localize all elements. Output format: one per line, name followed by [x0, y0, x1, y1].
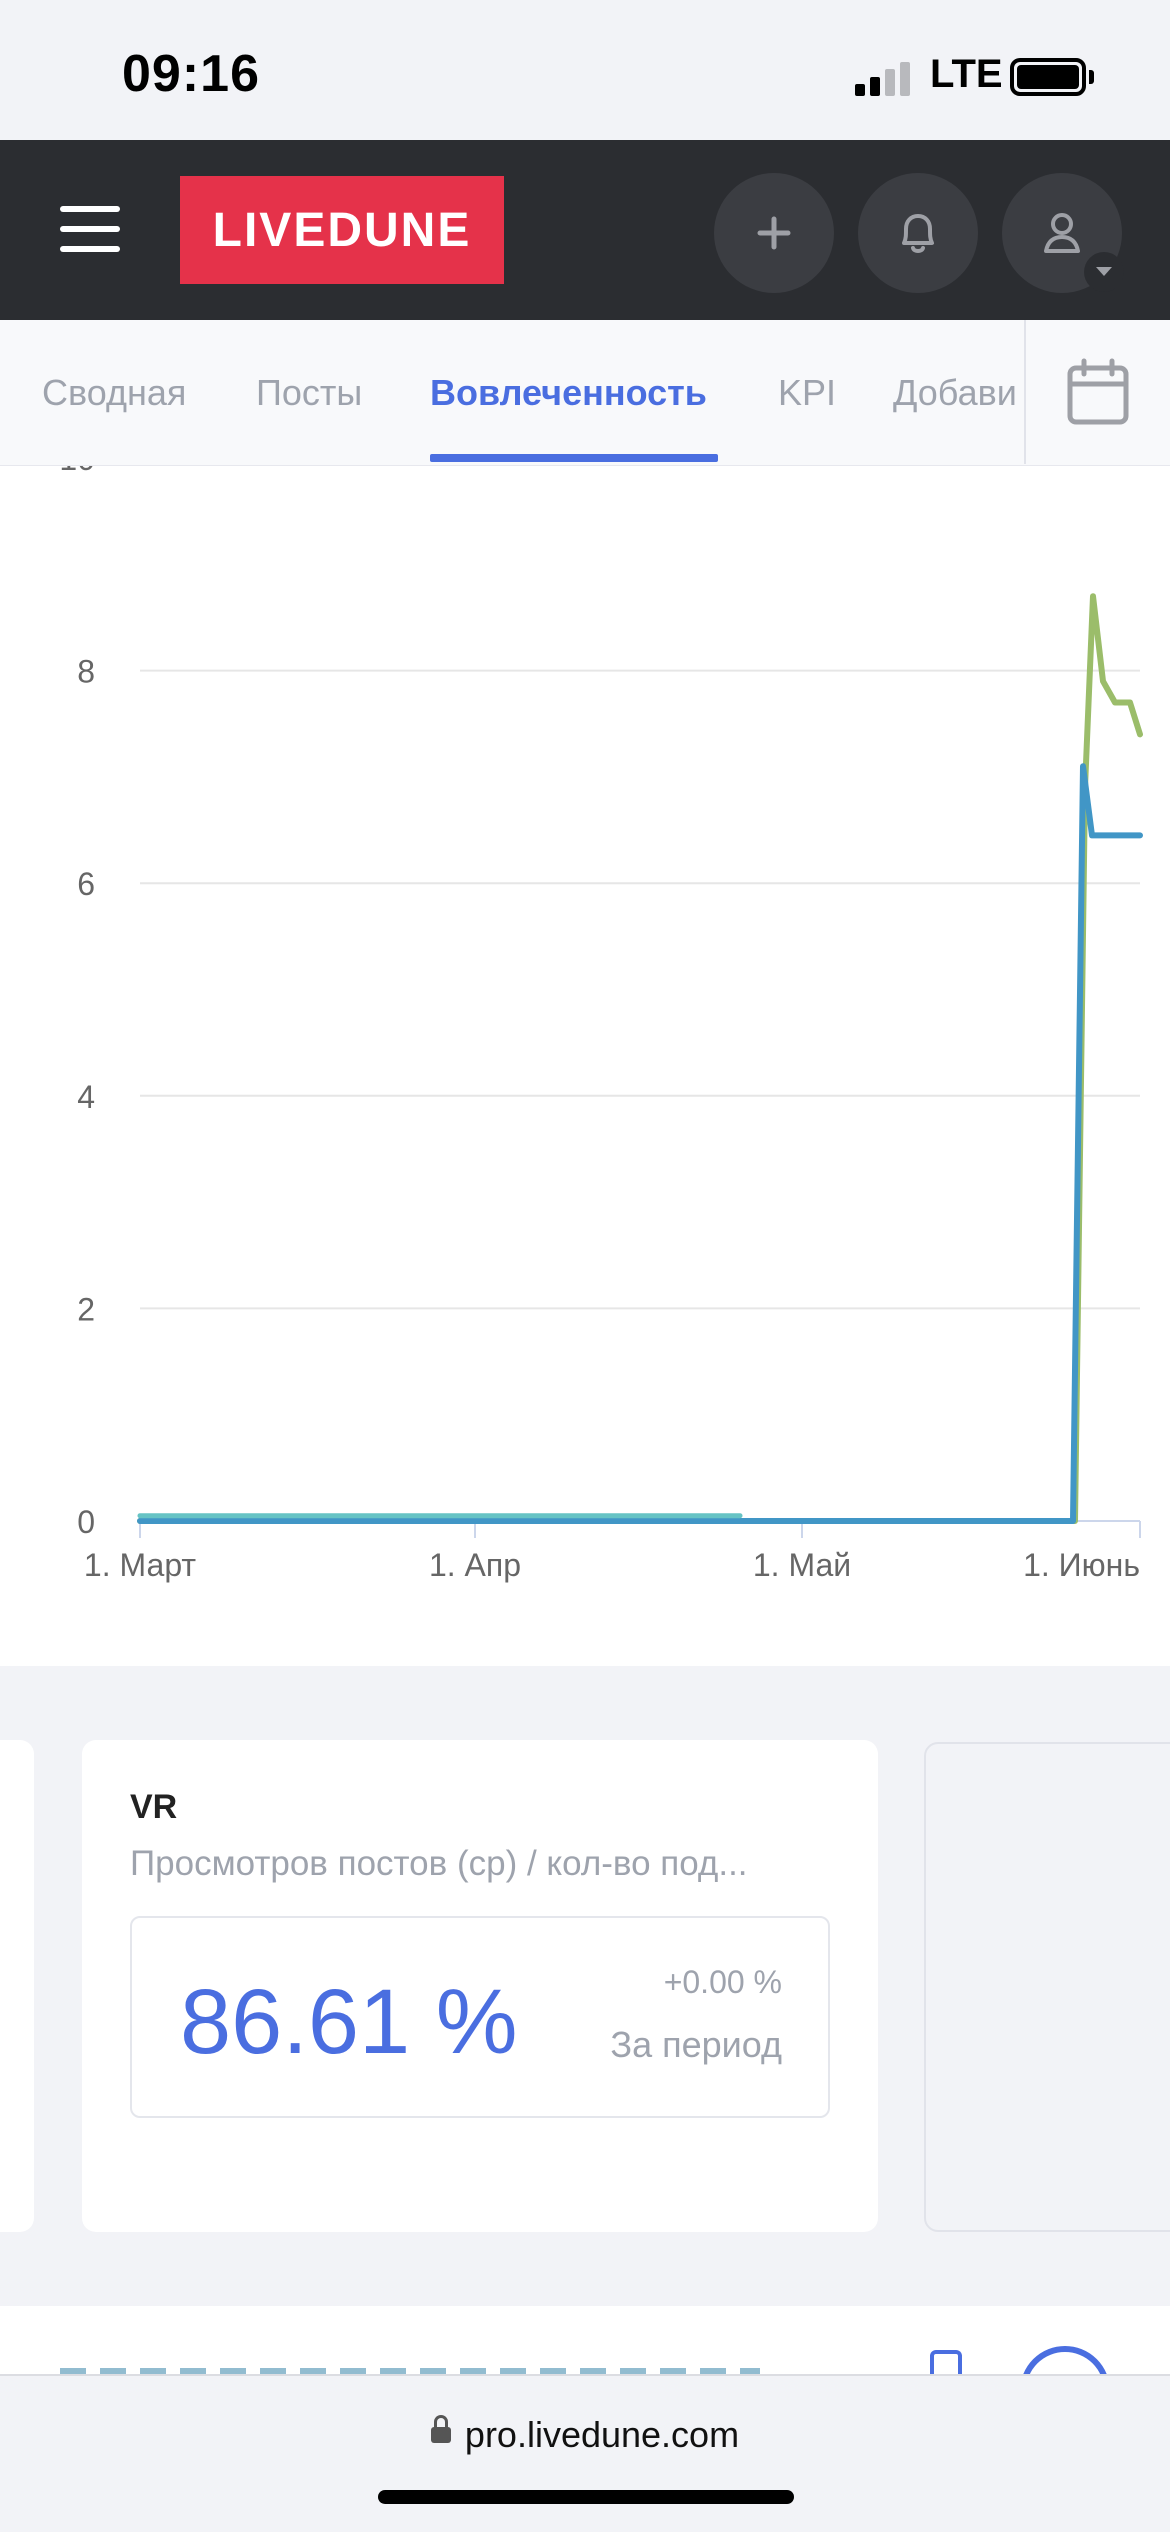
next-section: [0, 2306, 1170, 2376]
y-tick-label: 8: [77, 654, 95, 690]
date-picker-button[interactable]: [1024, 320, 1170, 464]
tab-summary[interactable]: Сводная: [42, 372, 186, 414]
home-indicator[interactable]: [378, 2490, 794, 2504]
help-icon[interactable]: [1020, 2346, 1110, 2376]
user-icon: [1044, 213, 1080, 253]
tab-engagement[interactable]: Вовлеченность: [430, 372, 707, 414]
kpi-description: Просмотров постов (ср) / кол-во под...: [130, 1844, 748, 1883]
x-tick-label: 1. Март: [84, 1547, 196, 1583]
plus-icon: [757, 216, 791, 250]
url-display[interactable]: pro.livedune.com: [0, 2414, 1170, 2456]
kpi-card-next[interactable]: [924, 1742, 1170, 2232]
phone-icon[interactable]: [930, 2350, 962, 2376]
x-tick-label: 1. Май: [753, 1547, 851, 1583]
y-tick-label: 2: [77, 1291, 95, 1327]
app-header: LIVEDUNE: [0, 140, 1170, 320]
engagement-chart: 0 2 4 6 8 10 1. Март 1. Апр 1. Май 1. Июнь: [0, 466, 1170, 1666]
kpi-period: За период: [610, 2024, 782, 2065]
series-line-2: [137, 763, 1143, 1524]
y-tick-label: 0: [77, 1504, 95, 1540]
profile-dropdown[interactable]: [1084, 252, 1124, 292]
network-type: LTE: [930, 52, 1003, 96]
tab-kpi[interactable]: KPI: [778, 372, 836, 414]
battery-icon: [1010, 58, 1086, 96]
chevron-down-icon: [1096, 267, 1112, 276]
add-button[interactable]: [714, 173, 834, 293]
bell-icon: [902, 214, 934, 253]
status-bar: 09:16 LTE: [0, 0, 1170, 140]
y-tick-label: 10: [59, 466, 95, 477]
y-tick-label: 4: [77, 1079, 95, 1115]
kpi-title: VR: [130, 1788, 178, 1826]
kpi-card-prev[interactable]: [0, 1740, 34, 2232]
kpi-change: +0.00 %: [663, 1964, 782, 2000]
status-time: 09:16: [122, 45, 260, 103]
signal-icon: [855, 62, 915, 96]
calendar-icon: [1067, 358, 1129, 425]
kpi-card-vr[interactable]: VR Просмотров постов (ср) / кол-во под..…: [82, 1740, 878, 2232]
url-text: pro.livedune.com: [464, 2414, 740, 2455]
kpi-value-box: 86.61 % +0.00 % За период: [130, 1916, 830, 2118]
logo[interactable]: LIVEDUNE: [180, 176, 504, 284]
active-tab-indicator: [430, 454, 718, 462]
tab-bar: Сводная Посты Вовлеченность KPI Добави: [0, 320, 1170, 466]
tab-add[interactable]: Добави: [893, 372, 1017, 414]
notifications-button[interactable]: [858, 173, 978, 293]
menu-icon[interactable]: [60, 206, 120, 252]
browser-address-bar[interactable]: pro.livedune.com: [0, 2374, 1170, 2532]
x-tick-label: 1. Апр: [429, 1547, 521, 1583]
lock-icon: [430, 2415, 451, 2444]
x-tick-label: 1. Июнь: [1023, 1547, 1140, 1583]
chart-svg: 0 2 4 6 8 10 1. Март 1. Апр 1. Май 1. Июнь: [59, 466, 1143, 1583]
tab-posts[interactable]: Посты: [256, 372, 362, 414]
kpi-value: 86.61 %: [180, 1971, 518, 2073]
y-tick-label: 6: [77, 866, 95, 902]
battery-cap: [1089, 70, 1094, 84]
series-line-1: [137, 593, 1143, 1524]
